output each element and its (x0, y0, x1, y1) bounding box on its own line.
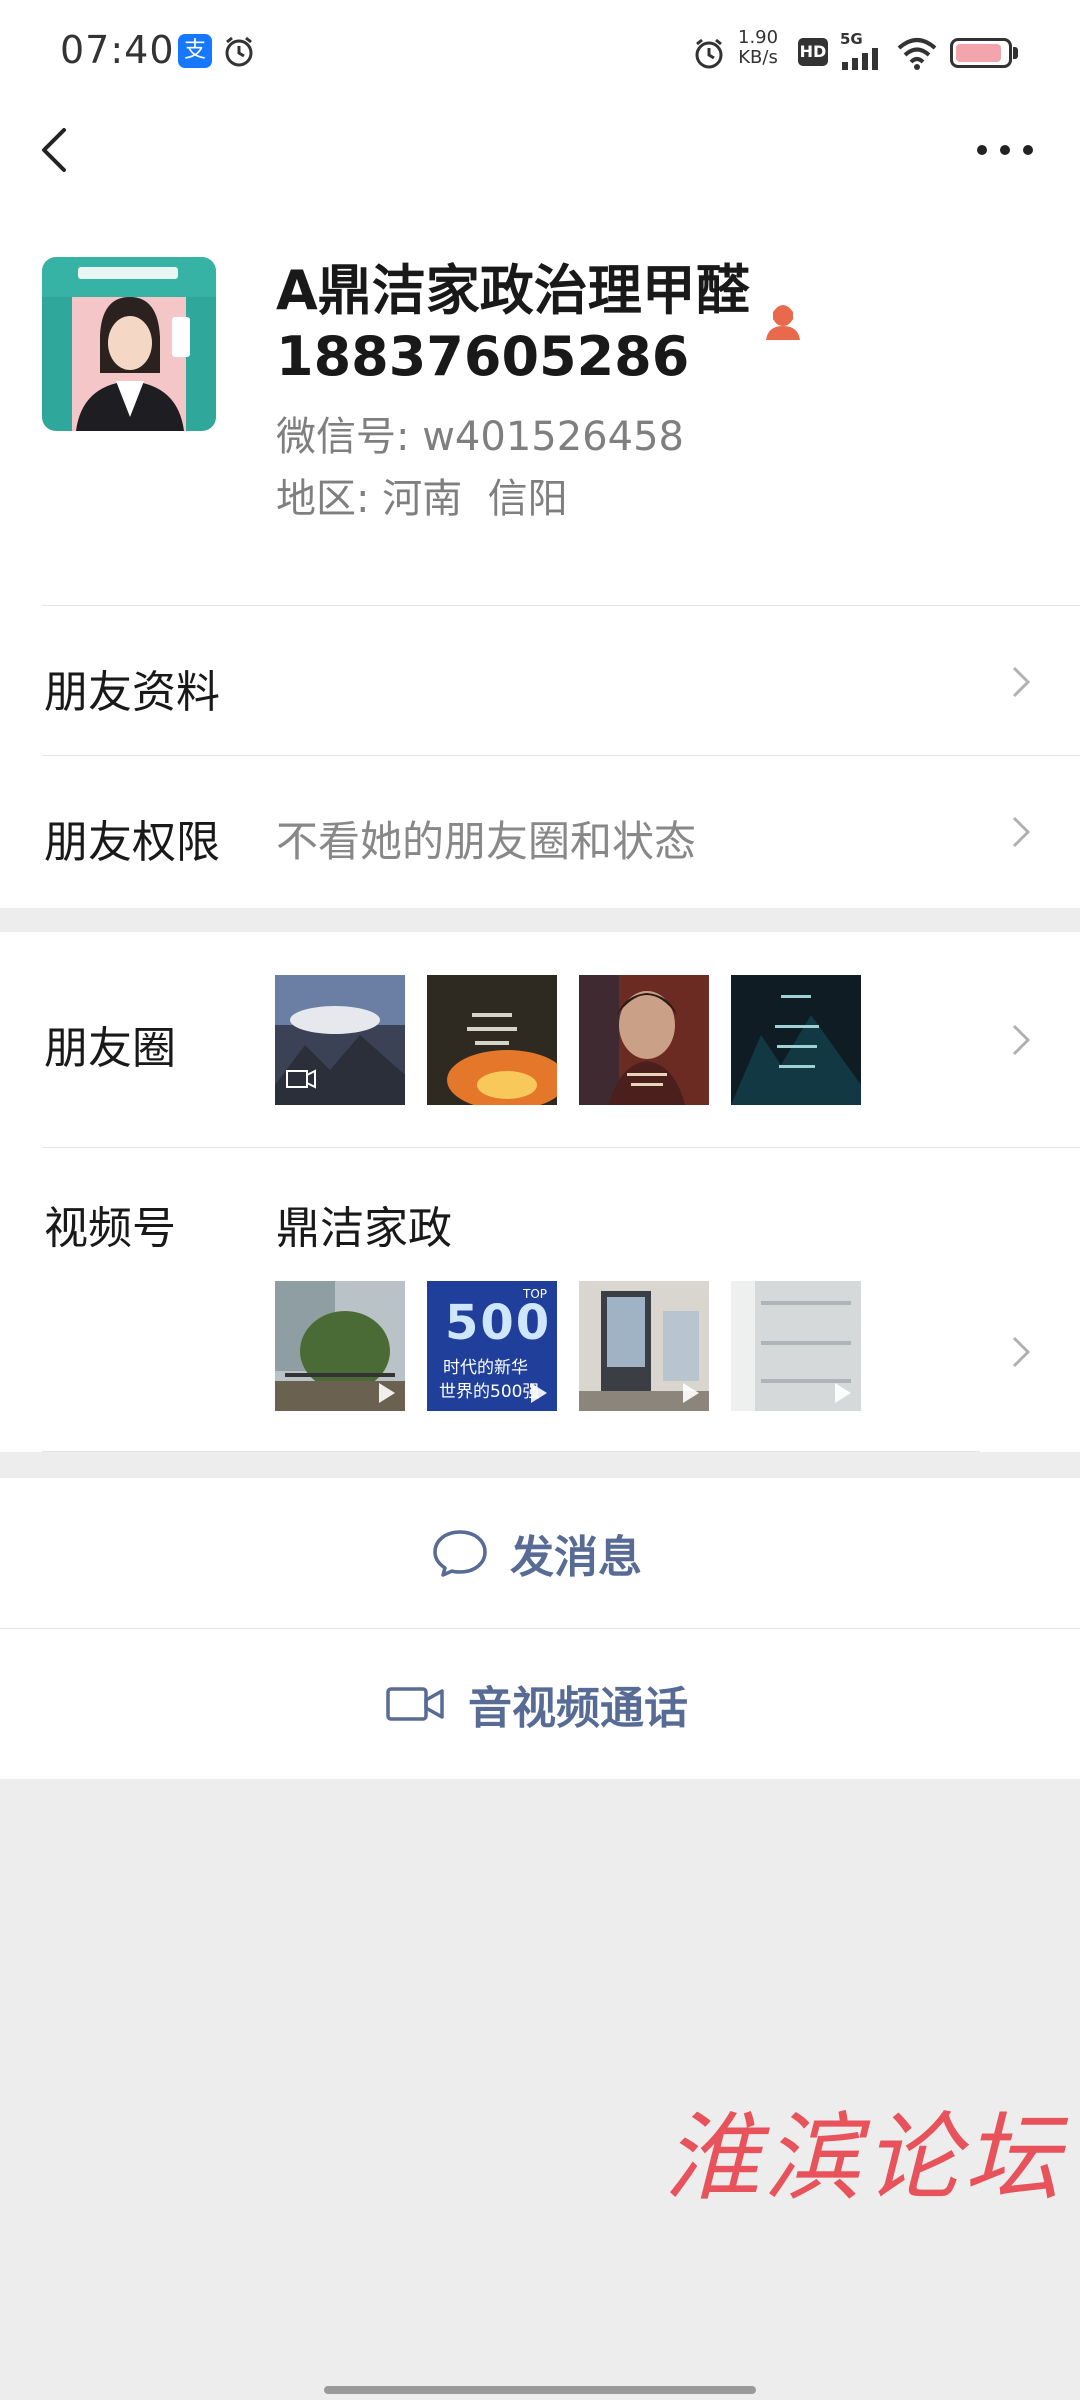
alarm-icon (695, 38, 723, 69)
battery-tip (1013, 47, 1018, 59)
thumbnail-big-number: 500 (445, 1295, 552, 1351)
network-speed-value: 1.90 (738, 27, 779, 48)
play-icon (835, 1383, 851, 1403)
row-moments[interactable]: 朋友圈 (0, 932, 1080, 1148)
network-speed: 1.90 KB/s (738, 28, 778, 68)
avatar[interactable] (42, 257, 216, 431)
thumbnail-caption-1: 时代的新华 (443, 1358, 528, 1378)
row-moments-label: 朋友圈 (44, 1023, 176, 1074)
divider (42, 1451, 980, 1452)
wechat-id-label: 微信号: (276, 414, 410, 460)
status-bar: 07:40 支 1.90 KB/s HD 5G (0, 0, 1080, 100)
hd-icon: HD (798, 38, 828, 66)
row-channels[interactable]: 视频号 鼎洁家政 TOP 500 时代的新华 世界的500强 (0, 1148, 1080, 1452)
back-button[interactable] (30, 122, 86, 178)
row-friend-permission-label: 朋友权限 (44, 817, 220, 868)
wifi-icon (897, 38, 937, 70)
alipay-icon: 支 (178, 34, 212, 68)
contact-name-line2: 18837605286 (276, 325, 690, 388)
region: 地区: 河南 信阳 (276, 466, 568, 524)
wechat-id: 微信号: w401526458 (276, 404, 684, 462)
signal-icon (842, 48, 878, 70)
row-friend-info[interactable]: 朋友资料 (0, 606, 1080, 756)
channel-video-thumbnail[interactable] (275, 1281, 405, 1411)
row-friend-permission-value: 不看她的朋友圈和状态 (276, 817, 697, 866)
video-call-label: 音视频通话 (468, 1683, 688, 1734)
region-label: 地区: (276, 476, 370, 522)
thumbnail-caption-2: 世界的500强 (439, 1382, 540, 1402)
wechat-id-value: w401526458 (422, 414, 684, 460)
female-icon (766, 305, 800, 340)
chevron-right-icon (1012, 1336, 1031, 1368)
region-value: 河南 信阳 (382, 476, 568, 522)
chevron-left-icon (42, 128, 66, 172)
channel-video-thumbnail[interactable] (579, 1281, 709, 1411)
moments-thumbnail (579, 975, 709, 1105)
contact-name: A鼎洁家政治理甲醛 18837605286 (276, 258, 776, 390)
avatar-image (42, 257, 216, 431)
battery-icon (950, 38, 1012, 68)
nav-bar (0, 100, 1080, 200)
status-time: 07:40 (60, 28, 175, 72)
play-icon (683, 1383, 699, 1403)
chevron-right-icon (1012, 816, 1031, 848)
channel-name: 鼎洁家政 (276, 1203, 452, 1254)
watermark-text: 淮滨论坛 (664, 2102, 1064, 2214)
row-channels-label: 视频号 (44, 1203, 176, 1254)
network-speed-unit: KB/s (738, 47, 778, 68)
send-message-button[interactable]: 发消息 (0, 1478, 1080, 1628)
row-friend-info-label: 朋友资料 (44, 667, 220, 718)
signal-label: 5G (840, 30, 863, 48)
video-camera-icon (386, 1687, 444, 1721)
play-icon (379, 1383, 395, 1403)
home-indicator[interactable] (324, 2386, 756, 2394)
more-dots-icon (977, 145, 1033, 155)
send-message-label: 发消息 (510, 1532, 642, 1583)
chevron-right-icon (1012, 1024, 1031, 1056)
more-button[interactable] (970, 122, 1040, 178)
channel-video-thumbnail[interactable]: TOP 500 时代的新华 世界的500强 (427, 1281, 557, 1411)
video-call-button[interactable]: 音视频通话 (0, 1629, 1080, 1779)
chat-bubble-icon (433, 1530, 487, 1577)
chevron-right-icon (1012, 666, 1031, 698)
channel-video-thumbnail[interactable] (731, 1281, 861, 1411)
battery-fill (956, 44, 1001, 62)
contact-name-line1: A鼎洁家政治理甲醛 (276, 259, 750, 322)
profile-header: A鼎洁家政治理甲醛 18837605286 微信号: w401526458 地区… (0, 200, 1080, 606)
moments-thumbnail (275, 975, 405, 1105)
row-friend-permission[interactable]: 朋友权限 不看她的朋友圈和状态 (0, 756, 1080, 908)
play-icon (531, 1383, 547, 1403)
moments-thumbnail (427, 975, 557, 1105)
alarm-icon (225, 36, 253, 67)
moments-thumbnail (731, 975, 861, 1105)
